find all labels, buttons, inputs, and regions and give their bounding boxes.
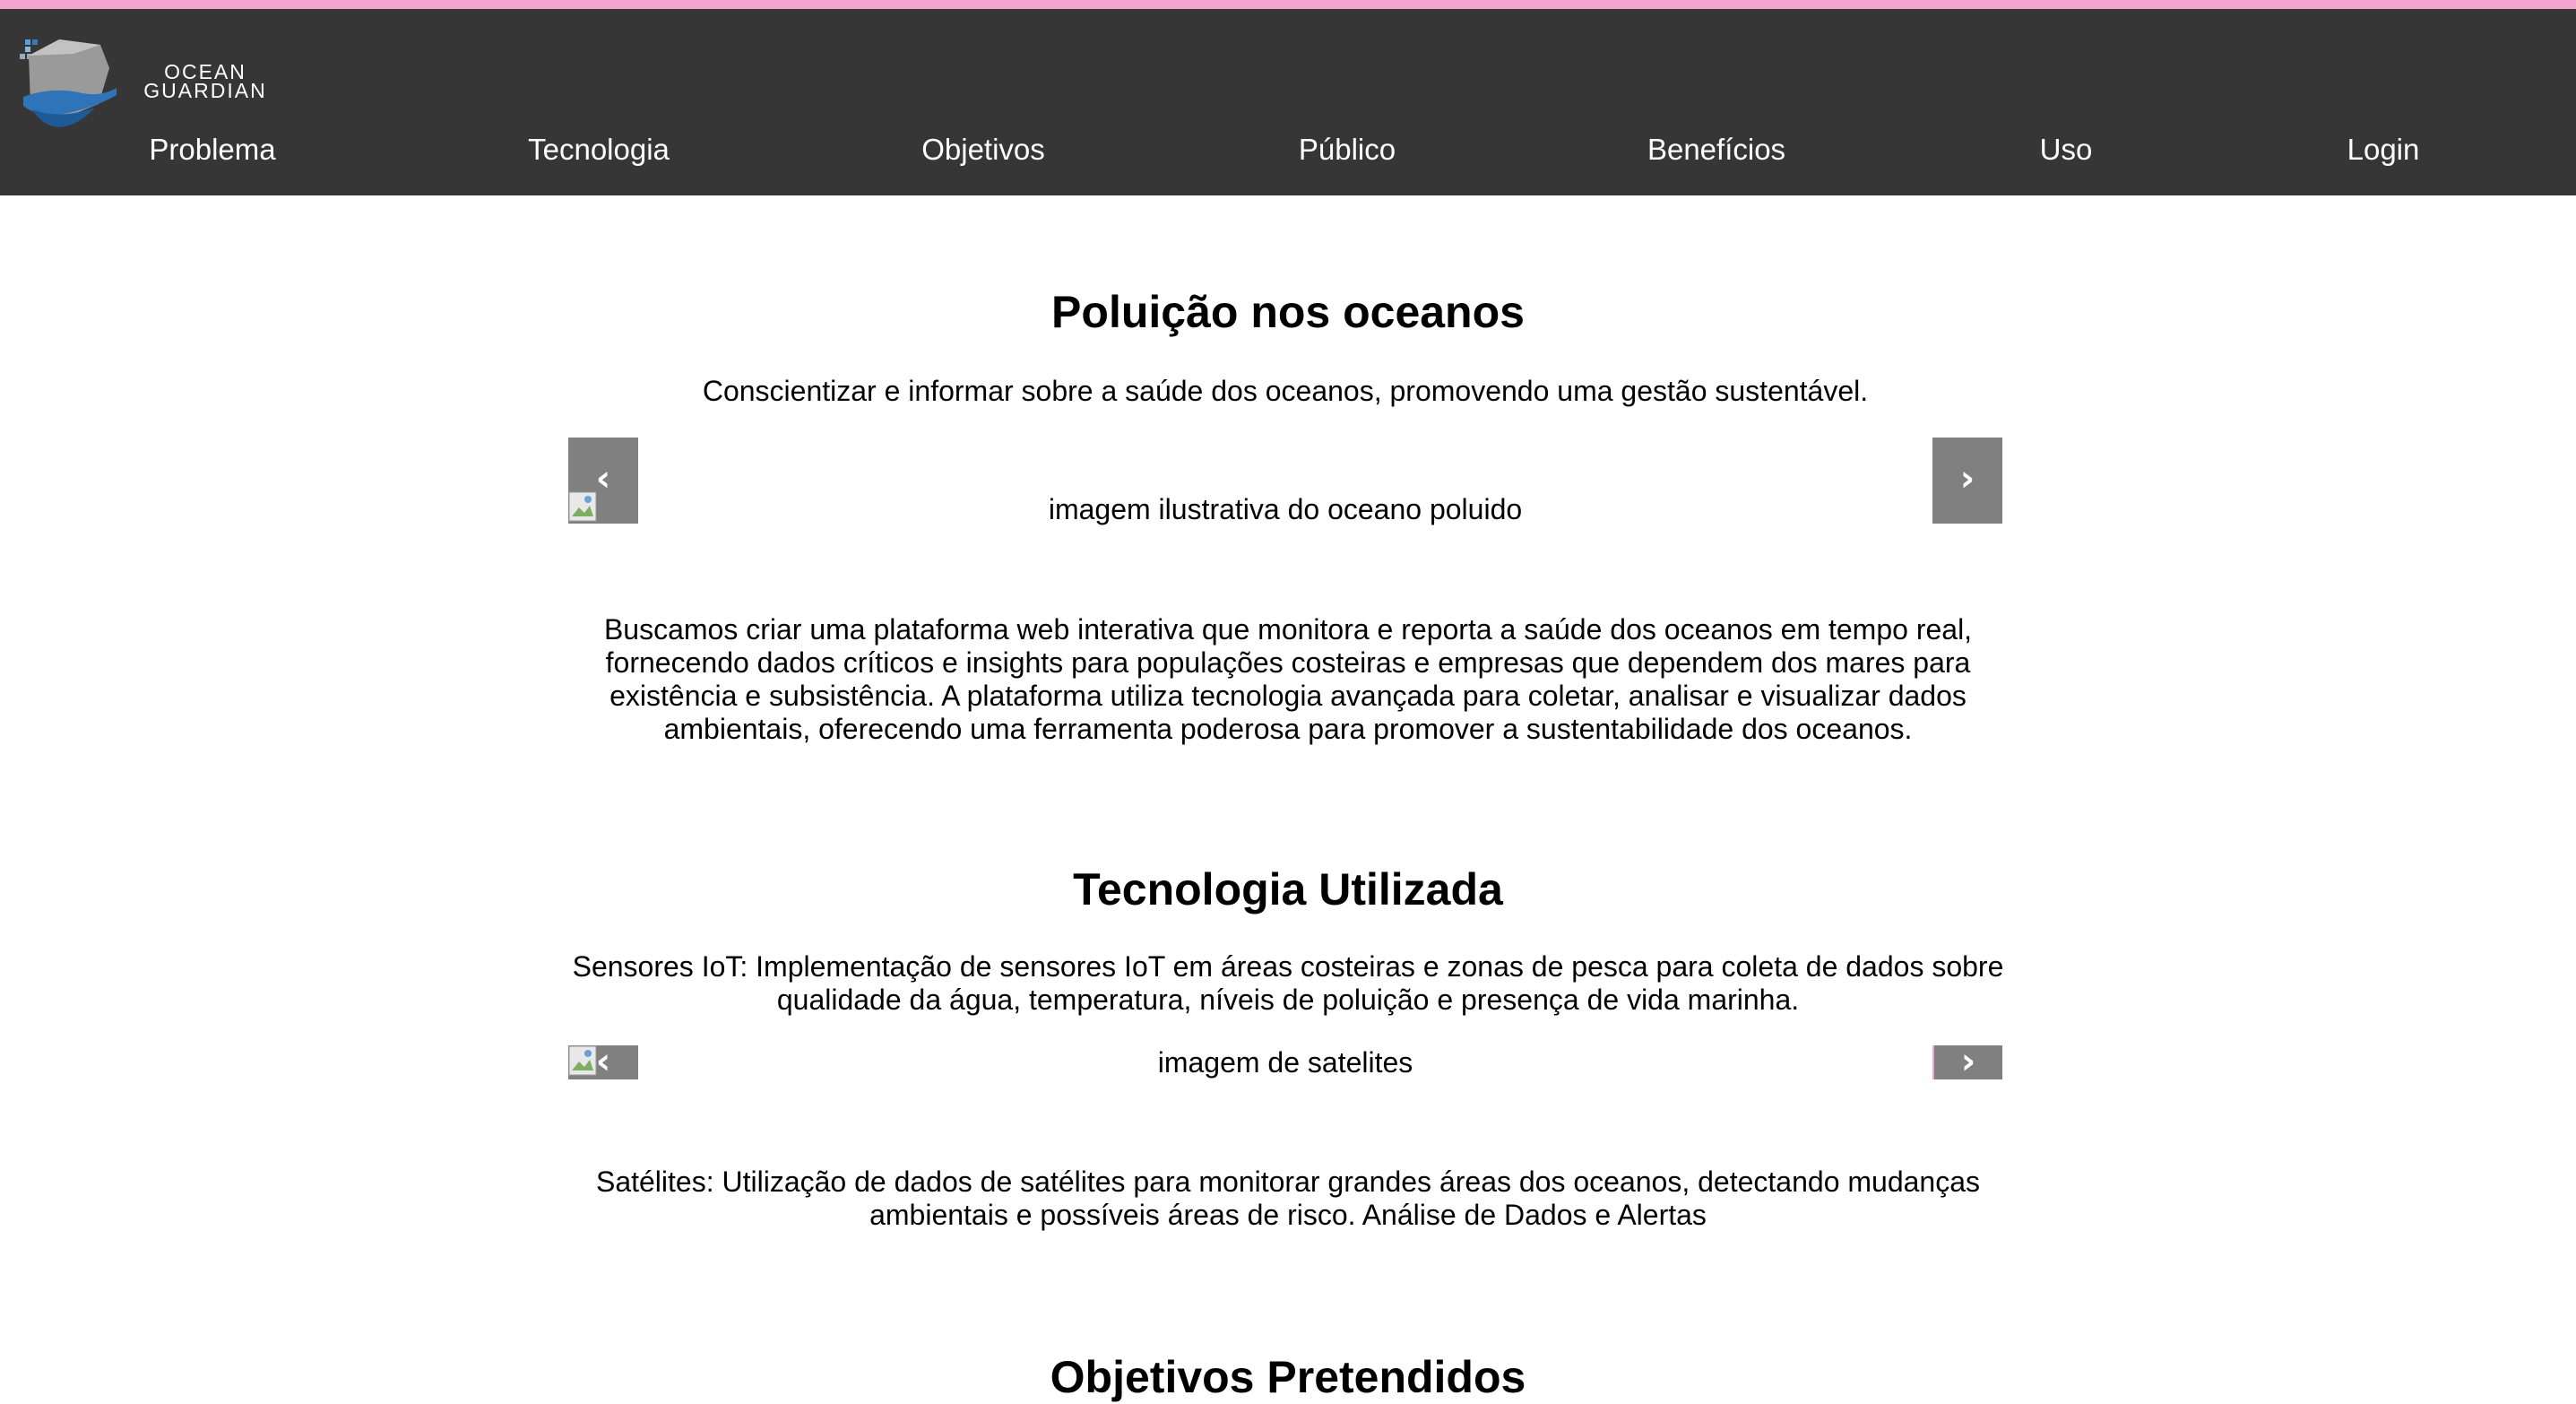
nav-item-login[interactable]: Login <box>2347 127 2420 172</box>
ocean-guardian-logo[interactable]: OCEAN GUARDIAN <box>20 34 271 129</box>
section-body-poluicao: Buscamos criar uma plataforma web intera… <box>603 613 1973 745</box>
logo-wordmark: OCEAN GUARDIAN <box>122 62 289 102</box>
section-title-objetivos: Objetivos Pretendidos <box>1050 1352 1526 1402</box>
section-title-poluicao: Poluição nos oceanos <box>1051 287 1525 337</box>
section-subtitle-poluicao: Conscientizar e informar sobre a saúde d… <box>702 375 1869 407</box>
carousel-next-button[interactable]: › <box>1932 438 2002 524</box>
nav-item-publico[interactable]: Público <box>1299 127 1396 172</box>
nav-item-problema[interactable]: Problema <box>149 127 275 172</box>
section-title-tecnologia: Tecnologia Utilizada <box>1073 864 1503 914</box>
shield-logo-icon <box>20 39 117 127</box>
nav-item-tecnologia[interactable]: Tecnologia <box>528 127 670 172</box>
accent-strip <box>0 0 2576 9</box>
carousel-next-button[interactable]: › <box>1932 1044 2002 1079</box>
carousel-image-caption-satelites: imagem de satelites <box>1157 1046 1413 1079</box>
nav-item-uso[interactable]: Uso <box>2040 127 2093 172</box>
nav-item-beneficios[interactable]: Benefícios <box>1647 127 1785 172</box>
nav-item-objetivos[interactable]: Objetivos <box>921 127 1045 172</box>
section-body-tecnologia: Satélites: Utilização de dados de satéli… <box>595 1166 1981 1231</box>
logo-line-guardian: GUARDIAN <box>143 79 267 102</box>
section-subtitle-tecnologia: Sensores IoT: Implementação de sensores … <box>572 950 2004 1016</box>
header-bar: OCEAN GUARDIAN Problema Tecnologia Objet… <box>0 0 2576 195</box>
carousel-image-caption-oceano: imagem ilustrativa do oceano poluido <box>1048 493 1523 525</box>
